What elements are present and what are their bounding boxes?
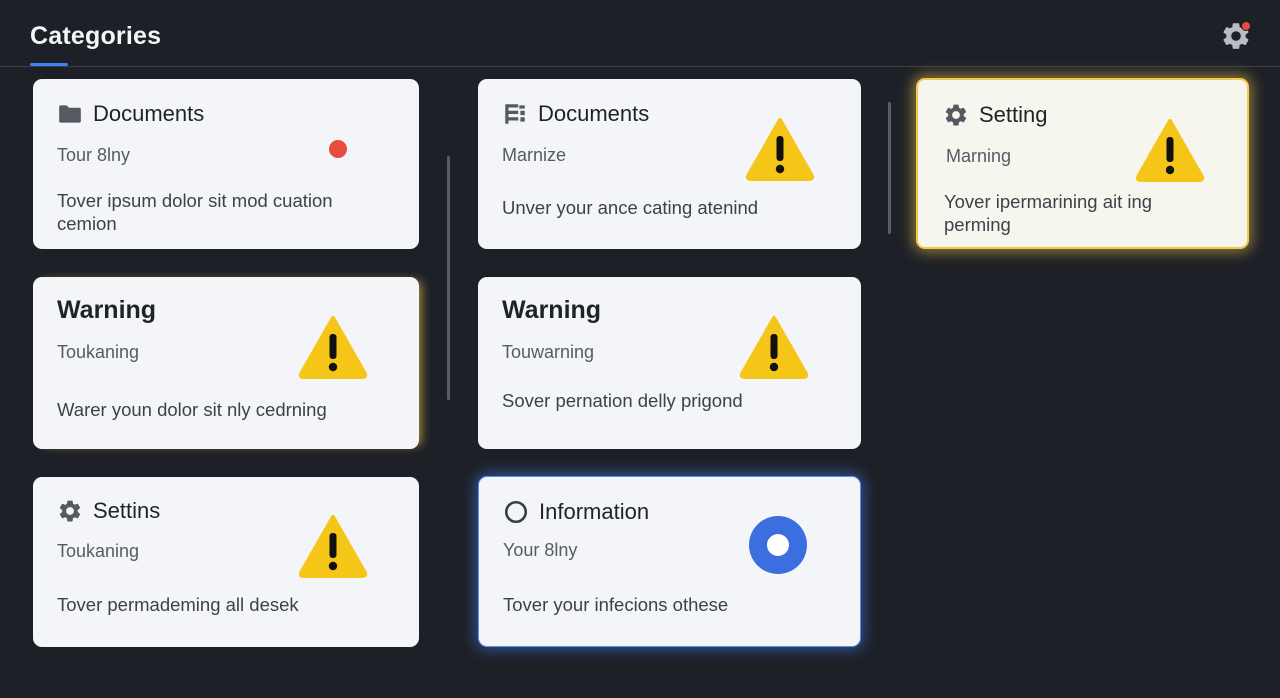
notification-dot: [1241, 21, 1251, 31]
card-title: Setting: [979, 102, 1048, 127]
warning-icon: [739, 316, 809, 379]
category-card-documents[interactable]: Documents Tour 8lny Tover ipsum dolor si…: [33, 79, 419, 249]
gear-icon: [59, 500, 81, 522]
title-underline: [30, 63, 68, 66]
card-title: Warning: [502, 296, 602, 324]
column-divider: [447, 156, 450, 400]
page-title: Categories: [30, 22, 162, 50]
category-card-warning[interactable]: Warning Toukaning Warer youn dolor sit n…: [33, 277, 419, 449]
card-description: Tover permademing all desek: [57, 594, 299, 615]
card-subtitle: Toukaning: [57, 342, 140, 362]
card-description: Tover ipsum dolor sit mod cuation cemion: [57, 190, 333, 234]
info-ring-icon: [749, 516, 807, 574]
card-title: Warning: [57, 296, 157, 324]
warning-icon: [298, 515, 368, 578]
card-header: Settins: [57, 498, 160, 524]
category-card-documents[interactable]: Documents Marnize Unver your ance cating…: [478, 79, 861, 249]
card-description: Tover your infecions othese: [503, 594, 729, 615]
warning-icon: [1135, 119, 1205, 182]
settings-button[interactable]: [1220, 20, 1252, 52]
red-dot-indicator: [329, 140, 347, 158]
card-description: Warer youn dolor sit nly cedrning: [57, 399, 327, 420]
card-header: Documents: [57, 101, 204, 127]
card-title: Settins: [93, 498, 161, 523]
card-subtitle: Marnize: [502, 145, 567, 165]
card-title: Documents: [538, 101, 650, 126]
card-subtitle: Your 8lny: [503, 540, 578, 560]
card-header: Warning: [502, 297, 601, 323]
category-card-settings[interactable]: Settins Toukaning Tover permademing all …: [33, 477, 419, 647]
circle-outline-icon: [504, 500, 528, 524]
card-subtitle: Tour 8lny: [57, 145, 131, 165]
card-description: Sover pernation delly prigond: [502, 390, 743, 411]
card-title: Documents: [93, 101, 205, 126]
card-description: Unver your ance cating atenind: [502, 197, 759, 218]
card-header: Information: [503, 499, 649, 525]
category-card-information[interactable]: Information Your 8lny Tover your infecio…: [478, 476, 861, 647]
header-bar: Categories: [0, 0, 1280, 67]
card-title: Information: [539, 499, 650, 524]
card-header: Warning: [57, 297, 156, 323]
category-card-warning[interactable]: Warning Touwarning Sover pernation delly…: [478, 277, 861, 449]
category-card-setting[interactable]: Setting Marning Yover ipermarining ait i…: [916, 78, 1249, 249]
card-header: Setting: [943, 102, 1048, 128]
warning-icon: [298, 316, 368, 379]
document-grid-icon: [505, 104, 525, 124]
card-subtitle: Marning: [946, 146, 1012, 166]
card-description: Yover ipermarining ait ing perming: [944, 191, 1153, 235]
card-subtitle: Touwarning: [502, 342, 595, 362]
warning-icon: [745, 118, 815, 181]
folder-icon: [59, 105, 81, 123]
app-window: Categories Documents Tour 8lny Tover ips…: [0, 0, 1280, 698]
column-divider: [888, 102, 891, 234]
card-header: Documents: [502, 101, 649, 127]
card-subtitle: Toukaning: [57, 541, 140, 561]
gear-icon: [945, 104, 967, 126]
